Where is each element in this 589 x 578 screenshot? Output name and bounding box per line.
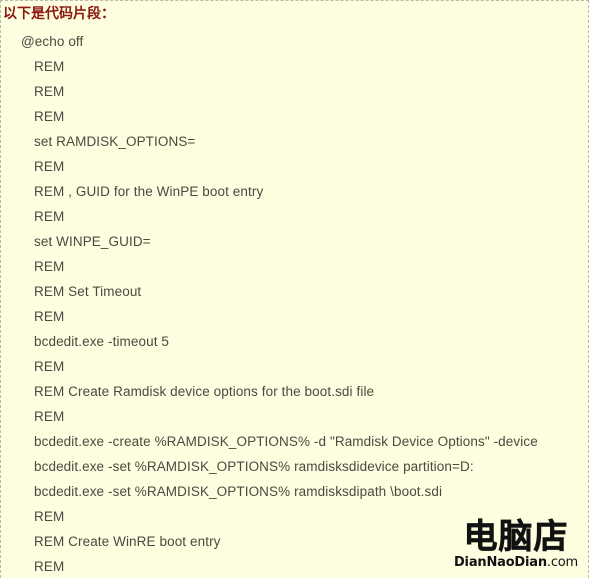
code-line: set WINPE_GUID= [34, 234, 151, 249]
code-line: set RAMDISK_OPTIONS= [34, 134, 196, 149]
code-line: bcdedit.exe -set %RAMDISK_OPTIONS% ramdi… [34, 459, 474, 474]
code-line: REM [34, 84, 65, 99]
code-listing: @echo off REM REM REM set RAMDISK_OPTIONS= RE… [1, 29, 588, 578]
code-line: REM Create WinRE boot entry [34, 534, 221, 549]
code-line: REM [34, 359, 65, 374]
code-line: bcdedit.exe -set %RAMDISK_OPTIONS% ramdi… [34, 484, 443, 499]
code-line: REM [34, 259, 65, 274]
page-title: 以下是代码片段： [3, 6, 115, 22]
code-line: bcdedit.exe -create %RAMDISK_OPTIONS% -d… [34, 434, 538, 449]
code-line: bcdedit.exe -timeout 5 [34, 334, 170, 349]
code-line: REM [34, 309, 65, 324]
code-line: REM Create Ramdisk device options for th… [34, 384, 375, 399]
code-line: REM [34, 559, 65, 574]
code-line: REM [34, 109, 65, 124]
code-line: REM [34, 209, 65, 224]
code-line: REM [34, 59, 65, 74]
code-line: REM [34, 509, 65, 524]
code-line: REM Set Timeout [34, 284, 142, 299]
code-line: @echo off [21, 34, 84, 49]
code-snippet-panel: 以下是代码片段： @echo off REM REM REM set RAMDISK_O… [0, 0, 589, 578]
code-line: REM , GUID for the WinPE boot entry [34, 184, 264, 199]
code-line: REM [34, 409, 65, 424]
code-line: REM [34, 159, 65, 174]
